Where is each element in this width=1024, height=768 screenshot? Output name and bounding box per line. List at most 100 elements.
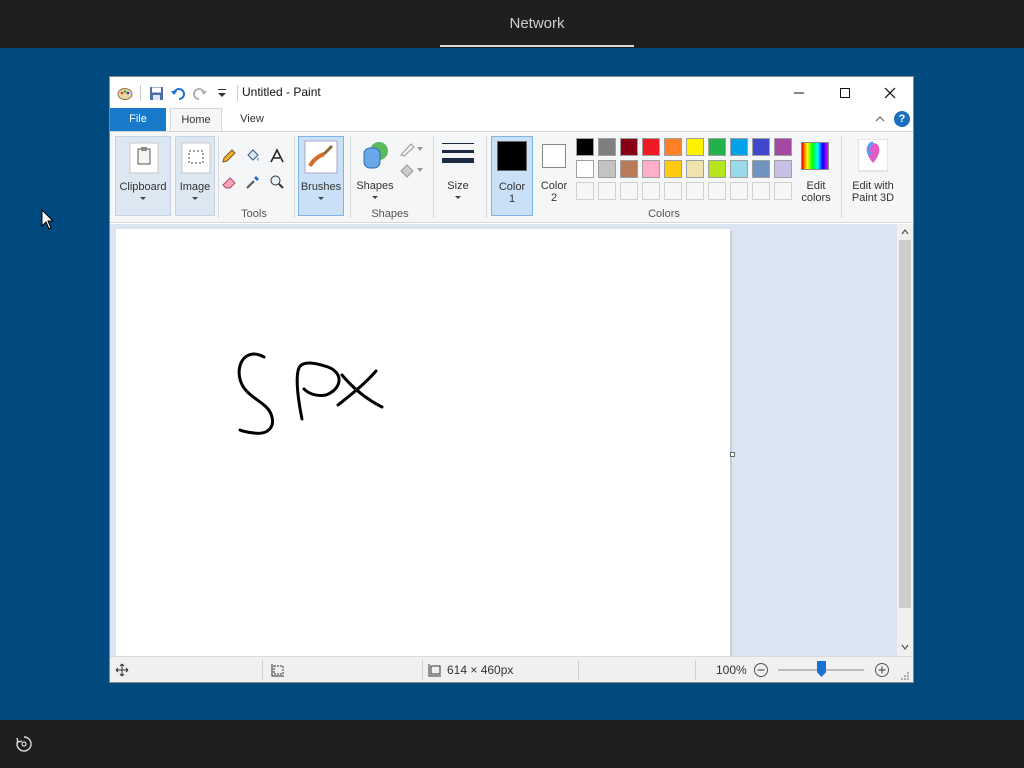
chevron-down-icon [140, 197, 146, 200]
outline-icon[interactable] [399, 139, 423, 159]
canvas-size-text: 614 × 460px [447, 663, 514, 677]
palette-custom-slot[interactable] [752, 182, 770, 200]
redo-icon[interactable] [191, 84, 209, 102]
palette-color-swatch[interactable] [708, 138, 726, 156]
palette-color-swatch[interactable] [598, 160, 616, 178]
paint-app-icon[interactable] [116, 84, 134, 102]
tools-group-label: Tools [241, 208, 267, 220]
qat-separator [140, 85, 141, 101]
maximize-button[interactable] [822, 77, 868, 108]
brushes-button[interactable]: Brushes [298, 136, 344, 216]
color1-swatch [497, 141, 527, 171]
chevron-down-icon [192, 197, 198, 200]
palette-color-swatch[interactable] [620, 138, 638, 156]
palette-color-swatch[interactable] [576, 138, 594, 156]
qat-separator [237, 85, 238, 101]
fill-icon[interactable] [399, 160, 423, 180]
drawing-canvas[interactable] [116, 229, 730, 658]
group-separator [350, 136, 351, 218]
stroke-p [295, 361, 341, 421]
palette-custom-slot[interactable] [576, 182, 594, 200]
palette-color-swatch[interactable] [730, 160, 748, 178]
accessibility-icon[interactable] [14, 734, 34, 754]
zoom-in-icon[interactable] [874, 662, 890, 681]
tab-view[interactable]: View [226, 108, 278, 131]
palette-custom-slot[interactable] [642, 182, 660, 200]
clipboard-button[interactable]: Clipboard [115, 136, 171, 216]
chevron-down-icon [372, 196, 378, 199]
close-button[interactable] [867, 77, 913, 108]
undo-icon[interactable] [169, 84, 187, 102]
palette-color-swatch[interactable] [686, 160, 704, 178]
canvas-area [110, 224, 897, 658]
ribbon: Clipboard Image Tools Brushes Shapes Sha… [110, 131, 913, 223]
palette-color-swatch[interactable] [774, 138, 792, 156]
magnifier-icon[interactable] [267, 172, 287, 192]
minimize-button[interactable] [776, 77, 822, 108]
fill-bucket-icon[interactable] [243, 146, 263, 166]
scrollbar-thumb[interactable] [899, 240, 911, 608]
vertical-scrollbar[interactable] [897, 224, 913, 656]
window-title: Untitled - Paint [242, 85, 321, 99]
palette-custom-slot[interactable] [708, 182, 726, 200]
color2-button[interactable]: Color 2 [535, 136, 573, 216]
cursor-position-icon [115, 663, 129, 680]
palette-custom-slot[interactable] [774, 182, 792, 200]
scroll-up-icon[interactable] [900, 227, 910, 237]
text-tool-icon[interactable] [267, 146, 287, 166]
zoom-slider-thumb[interactable] [817, 661, 826, 677]
palette-custom-slot[interactable] [664, 182, 682, 200]
shapes-label: Shapes [356, 180, 394, 192]
palette-custom-slot[interactable] [686, 182, 704, 200]
scroll-down-icon[interactable] [900, 642, 910, 652]
palette-color-swatch[interactable] [752, 160, 770, 178]
palette-custom-slot[interactable] [598, 182, 616, 200]
canvas-resize-handle[interactable] [730, 452, 735, 457]
palette-color-swatch[interactable] [730, 138, 748, 156]
status-separator [422, 660, 423, 680]
line-size-icon [442, 142, 474, 173]
clipboard-icon [129, 142, 159, 177]
color1-button[interactable]: Color 1 [491, 136, 533, 216]
palette-color-swatch[interactable] [620, 160, 638, 178]
palette-color-swatch[interactable] [686, 138, 704, 156]
edit-colors-button[interactable]: Edit colors [796, 136, 836, 216]
palette-custom-slot[interactable] [620, 182, 638, 200]
canvas-strokes [237, 352, 384, 435]
palette-color-swatch[interactable] [774, 160, 792, 178]
save-icon[interactable] [147, 84, 165, 102]
collapse-ribbon-icon[interactable] [874, 113, 886, 125]
resize-grip-icon[interactable] [900, 670, 910, 684]
size-button[interactable]: Size [438, 136, 478, 216]
brush-icon [304, 140, 338, 177]
tab-file[interactable]: File [110, 108, 166, 131]
palette-color-swatch[interactable] [642, 138, 660, 156]
status-separator [578, 660, 579, 680]
selection-size-icon [271, 663, 285, 680]
pencil-icon[interactable] [219, 146, 239, 166]
palette-custom-slot[interactable] [730, 182, 748, 200]
color2-label: Color 2 [540, 180, 568, 204]
palette-color-swatch[interactable] [664, 160, 682, 178]
palette-color-swatch[interactable] [708, 160, 726, 178]
shapes-button[interactable]: Shapes [353, 136, 397, 216]
zoom-out-icon[interactable] [753, 662, 769, 681]
palette-color-swatch[interactable] [752, 138, 770, 156]
zoom-level: 100% [716, 663, 747, 677]
image-button[interactable]: Image [175, 136, 215, 216]
customize-qat-icon[interactable] [213, 84, 231, 102]
oobe-page-title: Network [509, 15, 565, 32]
color-spectrum-icon [801, 142, 829, 170]
eraser-icon[interactable] [219, 172, 239, 192]
tab-home[interactable]: Home [170, 108, 222, 131]
palette-color-swatch[interactable] [598, 138, 616, 156]
edit-with-paint3d-button[interactable]: Edit with Paint 3D [844, 136, 902, 216]
palette-color-swatch[interactable] [664, 138, 682, 156]
paint3d-icon [857, 138, 889, 176]
help-icon[interactable]: ? [894, 111, 910, 127]
chevron-down-icon [455, 196, 461, 199]
color-picker-icon[interactable] [243, 172, 263, 192]
group-separator [486, 136, 487, 218]
palette-color-swatch[interactable] [642, 160, 660, 178]
palette-color-swatch[interactable] [576, 160, 594, 178]
